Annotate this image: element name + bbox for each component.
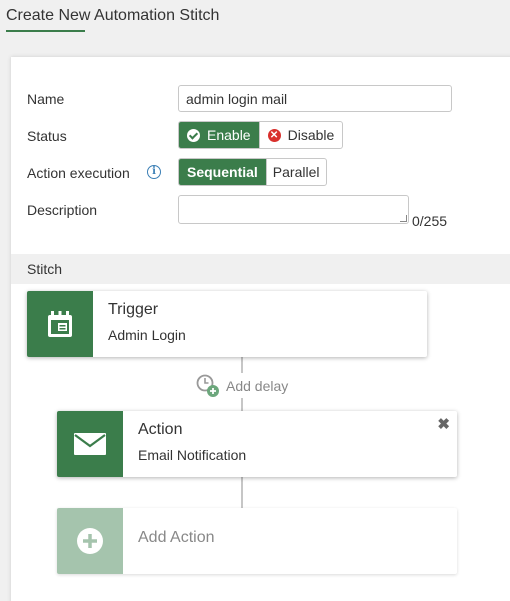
x-circle-icon: ✕ [267, 128, 281, 142]
add-delay-button[interactable]: Add delay [195, 373, 289, 398]
add-action-card[interactable]: Add Action [57, 508, 457, 574]
action-subtitle: Email Notification [138, 447, 247, 463]
status-disable-option[interactable]: ✕ Disable [258, 122, 343, 148]
page-title: Create New Automation Stitch [6, 7, 220, 24]
envelope-icon [57, 411, 123, 477]
title-underline [6, 30, 85, 32]
add-action-label: Add Action [138, 529, 215, 546]
resize-grip-icon[interactable] [400, 215, 407, 222]
close-icon[interactable]: ✖ [437, 415, 450, 433]
status-disable-label: Disable [287, 127, 335, 143]
name-label: Name [27, 91, 65, 107]
check-circle-icon [187, 128, 200, 142]
status-toggle: Enable ✕ Disable [178, 121, 344, 149]
trigger-title: Trigger [108, 301, 159, 318]
stitch-section-label: Stitch [27, 261, 63, 277]
trigger-card[interactable]: Trigger Admin Login [27, 291, 427, 357]
stitch-section-header: Stitch [11, 254, 510, 284]
trigger-subtitle: Admin Login [108, 327, 186, 343]
action-card[interactable]: Action Email Notification ✖ [57, 411, 457, 477]
parallel-option[interactable]: Parallel [265, 159, 326, 185]
plus-circle-icon [57, 508, 123, 574]
connector-line [241, 477, 243, 509]
action-title: Action [138, 421, 183, 438]
action-execution-toggle: Sequential Parallel [178, 158, 327, 186]
clock-plus-icon [196, 374, 219, 397]
info-icon[interactable]: i [147, 165, 161, 179]
status-enable-option[interactable]: Enable [179, 122, 259, 148]
calendar-icon [27, 291, 93, 357]
name-input[interactable] [178, 85, 452, 112]
description-counter: 0/255 [412, 213, 448, 229]
status-enable-label: Enable [207, 127, 251, 143]
add-delay-label: Add delay [226, 377, 289, 394]
description-textarea[interactable] [178, 195, 409, 224]
page-header: Create New Automation Stitch [0, 0, 510, 42]
description-label: Description [27, 202, 98, 218]
sequential-option[interactable]: Sequential [179, 159, 266, 185]
status-label: Status [27, 128, 67, 144]
action-execution-label: Action execution [27, 165, 130, 181]
